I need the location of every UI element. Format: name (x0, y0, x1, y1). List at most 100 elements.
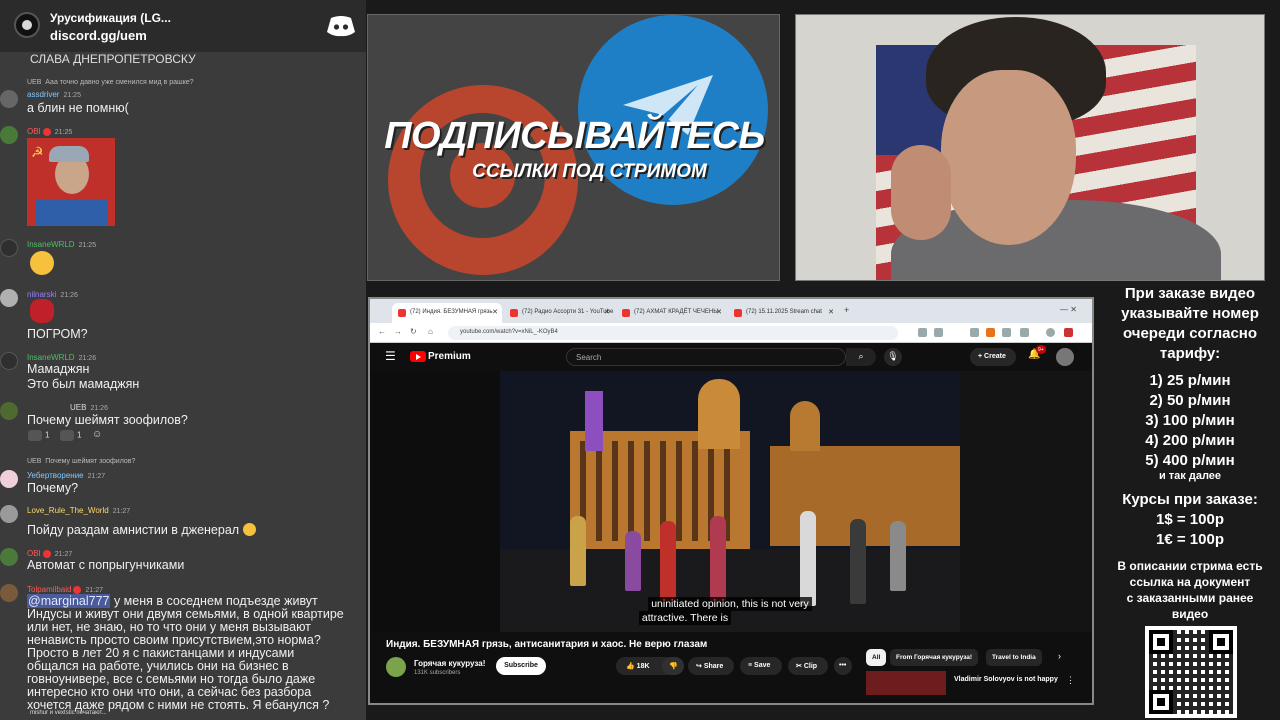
channel-avatar[interactable] (386, 657, 406, 677)
recommended-title[interactable]: Vladimir Solovyov is not happy (954, 676, 1058, 683)
youtube-brand[interactable]: Premium (428, 351, 471, 362)
message-text: Автомат с попрыгунчиками (27, 558, 185, 572)
user-mention[interactable]: @marginal777 (27, 594, 111, 608)
browser-tab[interactable]: (72) Радио Ассорти 31 - YouTube ✕ (504, 303, 614, 323)
reload-icon[interactable]: ↻ (410, 327, 417, 336)
promo-headline: ПОДПИСЫВАЙТЕСЬ (384, 115, 765, 157)
price-tier: 2) 50 р/мин (1149, 392, 1231, 409)
server-name: Урусификация (LG... (50, 11, 171, 25)
price-intro-line: При заказе видео (1124, 285, 1256, 302)
save-icon: ≡ (748, 662, 753, 669)
avatar (0, 470, 18, 488)
message-text-line: ненависть просто своим присутствием,это … (27, 633, 321, 647)
price-etc: и так далее (1158, 470, 1222, 482)
note-line: В описании стрима есть (1117, 559, 1263, 573)
video-title: Индия. БЕЗУМНАЯ грязь, антисанитария и х… (386, 639, 708, 650)
add-reaction-icon[interactable]: ☺ (92, 429, 102, 440)
promo-subline: ССЫЛКИ ПОД СТРИМОМ (472, 161, 707, 182)
subscriber-count: 131K subscribers (414, 670, 461, 676)
promo-banner: ПОДПИСЫВАЙТЕСЬ ССЫЛКИ ПОД СТРИМОМ (367, 14, 780, 281)
laughing-emoji-icon (30, 251, 54, 275)
username[interactable]: InsaneWRLD 21:25 (27, 240, 96, 249)
close-tab-icon: ✕ (492, 309, 498, 316)
more-vert-icon[interactable]: ⋮ (1066, 675, 1075, 686)
home-icon[interactable]: ⌂ (428, 327, 433, 336)
extension-icon[interactable] (1020, 328, 1029, 337)
price-intro-line: очереди согласно (1122, 325, 1258, 342)
avatar (0, 289, 18, 307)
price-tier: 5) 400 р/мин (1145, 452, 1235, 469)
username[interactable]: OBI 21:25 (27, 127, 72, 136)
back-icon[interactable]: ← (378, 327, 386, 336)
window-controls[interactable]: — ✕ (1060, 305, 1077, 314)
discord-banner: Урусификация (LG... discord.gg/uem (0, 0, 366, 52)
chip-from-channel[interactable]: From Горячая кукуруза! (890, 649, 979, 666)
browser-window: (72) Индия. БЕЗУМНАЯ грязь ✕ (72) Радио А… (368, 297, 1094, 705)
price-tier: 1) 25 р/мин (1149, 372, 1231, 389)
message-text: ПОГРОМ? (27, 327, 88, 341)
close-tab-icon: ✕ (604, 309, 610, 316)
youtube-page: ☰ Premium Search ⌕ 🎙 + Create 🔔 9+ unini… (370, 343, 1092, 703)
reaction-1[interactable]: 1 (28, 430, 49, 441)
message-text: @marginal777 у меня в соседнем подъезде … (27, 594, 318, 608)
profile-icon[interactable] (1046, 328, 1055, 337)
username[interactable]: nilnarski 21:26 (27, 290, 78, 299)
discord-logo-icon (327, 16, 355, 37)
save-button[interactable]: ≡ Save (740, 657, 782, 675)
extension-icon[interactable] (970, 328, 979, 337)
forward-icon[interactable]: → (394, 327, 402, 336)
avatar (0, 126, 18, 144)
browser-tab[interactable]: (72) 15.11.2025 Stream chat ✕ (728, 303, 838, 323)
extension-icon[interactable] (1002, 328, 1011, 337)
tab-bar: (72) Индия. БЕЗУМНАЯ грязь ✕ (72) Радио А… (370, 299, 1092, 323)
username[interactable]: InsaneWRLD 21:26 (27, 353, 96, 362)
microphone-icon[interactable]: 🎙 (884, 348, 902, 366)
video-frame[interactable]: uninitiated opinion, this is not very at… (500, 371, 960, 632)
avatar (0, 505, 18, 523)
chat-cut-off-line: СЛАВА ДНЕПРОПЕТРОВСКУ (30, 52, 196, 66)
extension-icon[interactable] (934, 328, 943, 337)
extension-icon[interactable] (918, 328, 927, 337)
avatar[interactable] (1056, 348, 1074, 366)
avatar (0, 402, 18, 420)
browser-tab-active[interactable]: (72) Индия. БЕЗУМНАЯ грязь ✕ (392, 303, 502, 323)
username[interactable]: Уебертворение 21:27 (27, 471, 105, 480)
message-text-line: Просто в лет 20 я с пакистанцами и индус… (27, 646, 295, 660)
new-tab-icon[interactable]: + (844, 305, 849, 315)
share-icon: ↪ (696, 663, 702, 670)
menu-icon[interactable] (1064, 328, 1073, 337)
recommended-thumbnail[interactable] (866, 671, 946, 695)
more-actions-button[interactable]: ••• (834, 657, 852, 675)
reply-preview: UEB Ааа точно давно уже сменился мид в р… (27, 79, 194, 86)
badge-and-time: UEB 21:26 (70, 403, 108, 412)
youtube-logo-icon[interactable] (410, 351, 426, 362)
attached-image[interactable]: ☭ (27, 138, 115, 226)
recommended-video[interactable]: Vladimir Solovyov is not happy ⋮ (866, 671, 1092, 695)
channel-name[interactable]: Горячая кукуруза! (414, 659, 485, 668)
username[interactable]: Tolpamilbaid 21:27 (27, 585, 103, 594)
chip-all[interactable]: All (866, 649, 887, 666)
extension-icon[interactable] (986, 328, 995, 337)
dislike-button[interactable]: 👎 (662, 657, 684, 675)
username[interactable]: Love_Rule_The_World 21:27 (27, 506, 130, 515)
message-text-line: Индусы и живут они двумя семьями, в одно… (27, 607, 344, 621)
rates-title: Курсы при заказе: (1122, 491, 1258, 508)
url-field[interactable]: youtube.com/watch?v=xNiL_-KOyB4 (448, 326, 898, 340)
chevron-right-icon[interactable]: › (1058, 651, 1061, 661)
share-button[interactable]: ↪ Share (688, 657, 734, 675)
clip-button[interactable]: ✂ Clip (788, 657, 828, 675)
video-player[interactable]: uninitiated opinion, this is not very at… (370, 371, 1092, 632)
create-button[interactable]: + Create (970, 348, 1016, 366)
username[interactable]: assdriver 21:25 (27, 90, 81, 99)
chip-travel[interactable]: Travel to India (986, 649, 1042, 666)
subscribe-button[interactable]: Subscribe (496, 657, 546, 675)
rate-usd: 1$ = 100р (1156, 511, 1224, 528)
search-icon[interactable]: ⌕ (846, 348, 876, 366)
avatar (0, 584, 18, 602)
search-input[interactable]: Search (566, 348, 846, 366)
reaction-2[interactable]: 1 (60, 430, 81, 441)
username[interactable]: OBI 21:27 (27, 549, 72, 558)
hamburger-menu-icon[interactable]: ☰ (385, 349, 396, 363)
browser-tab[interactable]: (72) АХМАТ КРАДЁТ ЧЕЧЕНЫ ✕ (616, 303, 726, 323)
avatar (0, 90, 18, 108)
